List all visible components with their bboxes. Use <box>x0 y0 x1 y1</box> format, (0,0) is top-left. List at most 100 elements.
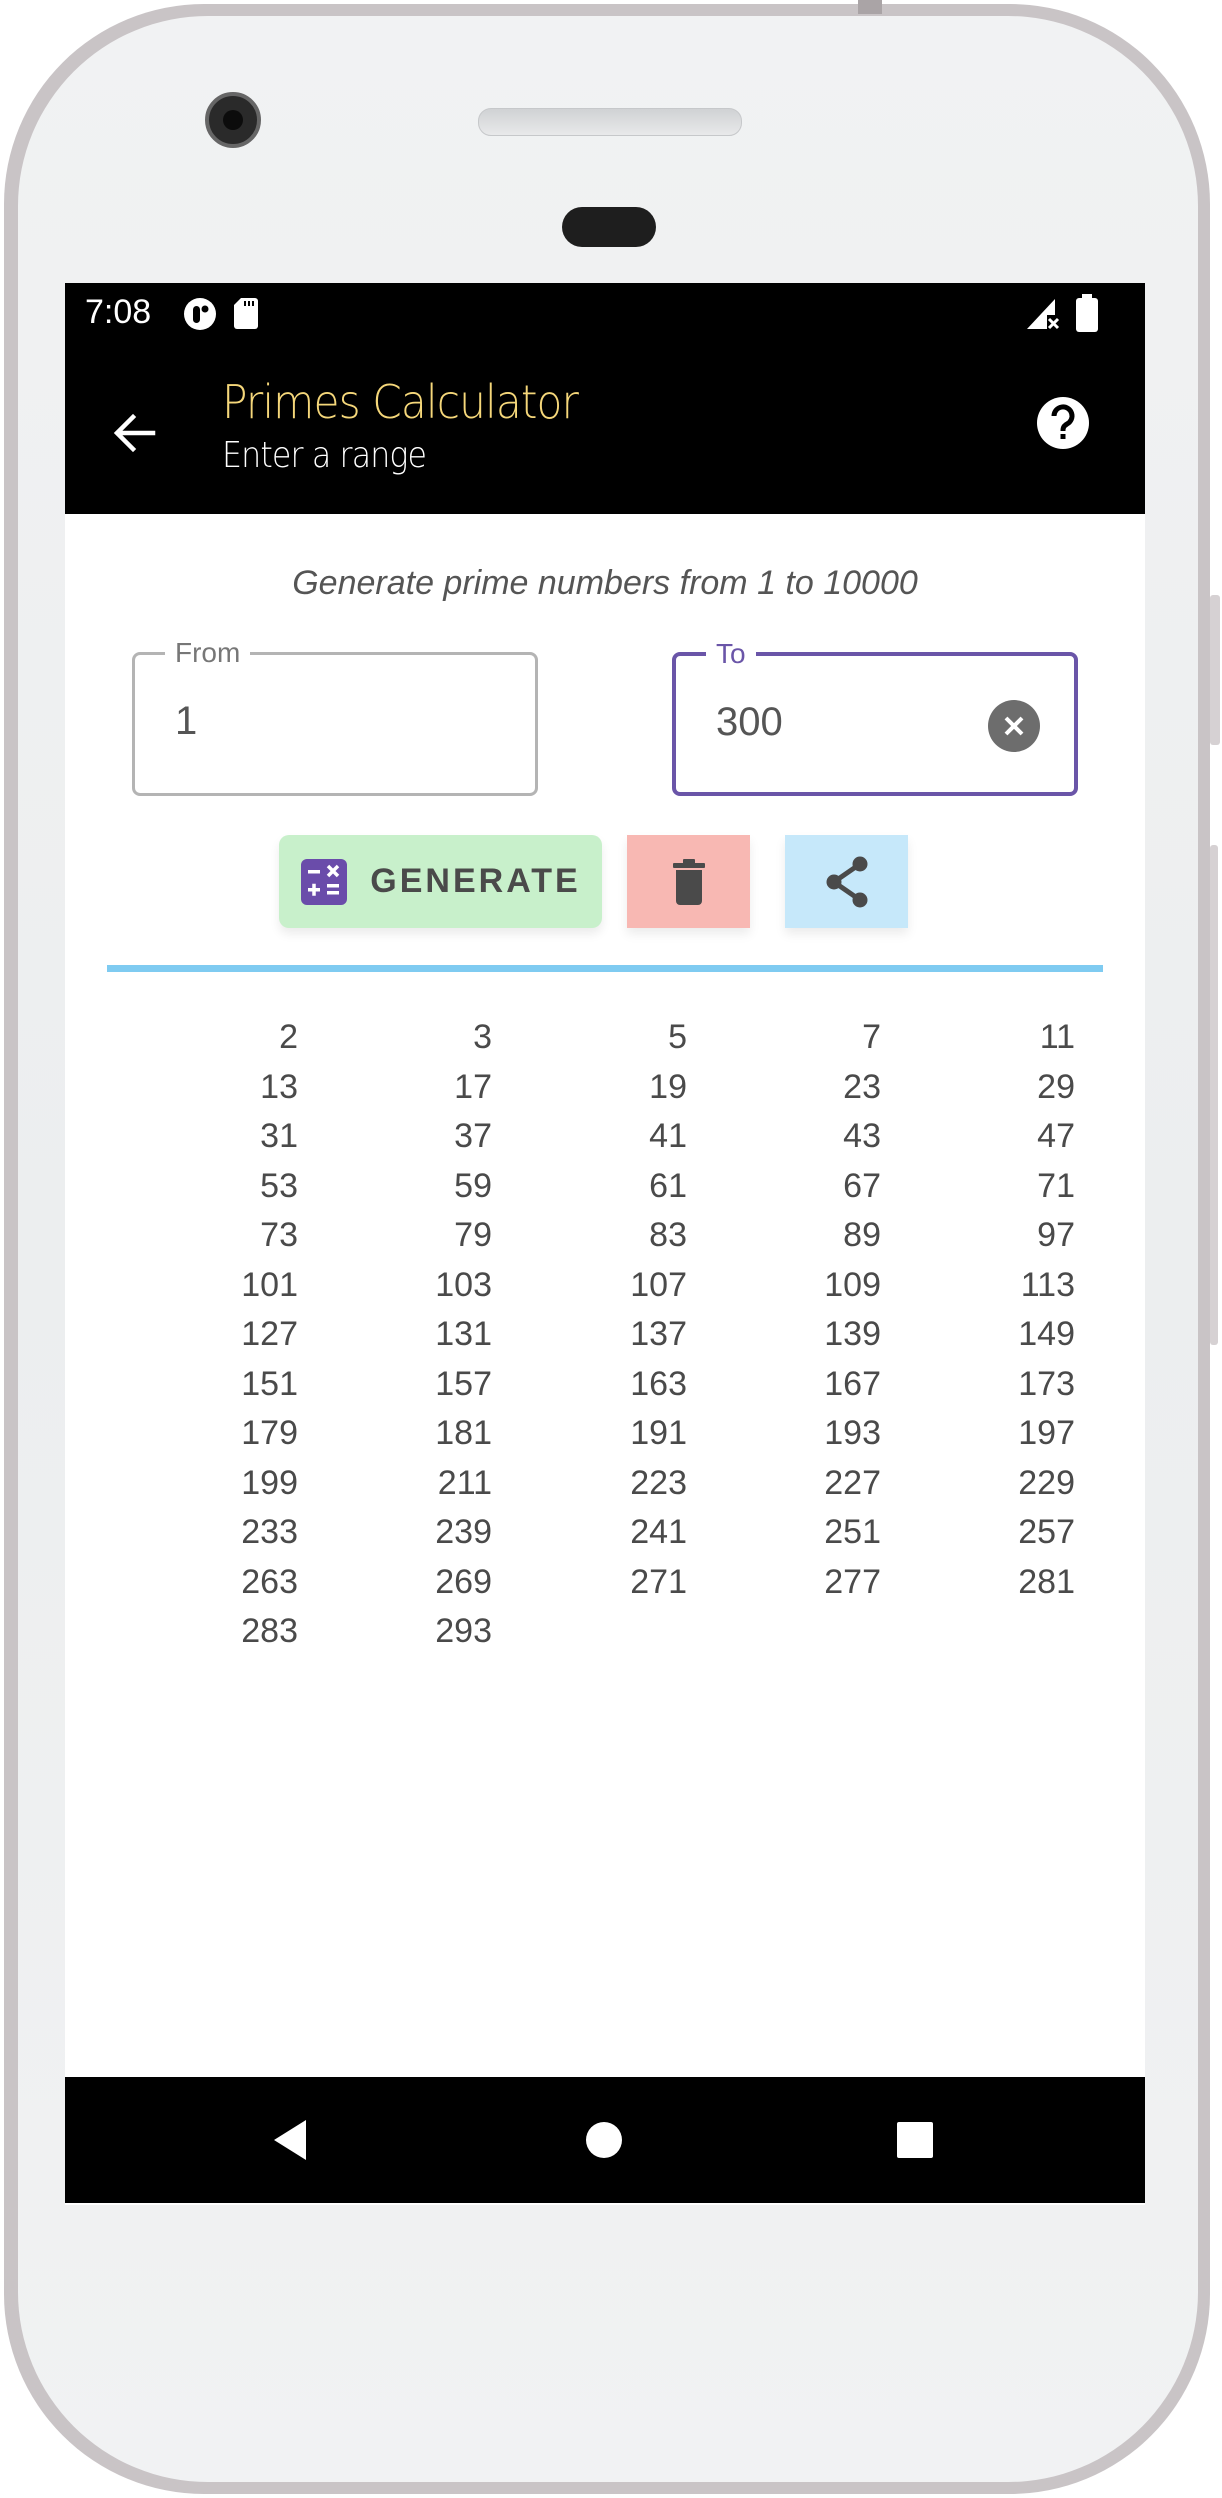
delete-button[interactable] <box>627 835 750 928</box>
share-icon <box>826 856 867 907</box>
status-bar: 7:08 <box>65 283 1145 343</box>
nav-recents-button[interactable] <box>885 2110 945 2170</box>
prime-number: 47 <box>1037 1117 1075 1155</box>
prime-number: 229 <box>1018 1463 1075 1502</box>
prime-number: 241 <box>630 1513 687 1551</box>
prime-number: 13 <box>260 1067 298 1106</box>
sd-card-icon <box>234 298 258 329</box>
prime-number: 163 <box>630 1364 687 1403</box>
prime-number: 283 <box>241 1612 298 1650</box>
front-camera <box>205 92 261 148</box>
prime-number: 233 <box>241 1513 298 1551</box>
prime-number: 263 <box>241 1562 298 1601</box>
help-circle-icon <box>1037 397 1089 449</box>
proximity-sensor <box>562 207 656 247</box>
share-button[interactable] <box>785 835 908 928</box>
app-title: Primes Calculator <box>222 375 579 429</box>
prime-number: 293 <box>435 1612 492 1650</box>
nav-home-icon <box>586 2122 622 2158</box>
generate-label: GENERATE <box>370 862 581 900</box>
screen: 7:08 Primes Calculator Enter a range Gen… <box>65 283 1145 2205</box>
prime-number: 269 <box>435 1562 492 1601</box>
prime-number: 251 <box>824 1513 881 1551</box>
prime-number: 227 <box>824 1463 881 1502</box>
to-field-label: To <box>706 636 756 672</box>
to-field[interactable]: To <box>672 636 1078 796</box>
prime-number: 101 <box>241 1265 298 1304</box>
calculator-icon <box>301 858 348 905</box>
arrow-back-icon <box>113 413 156 453</box>
prime-number: 59 <box>454 1166 492 1205</box>
prime-number: 97 <box>1037 1216 1075 1254</box>
results-divider <box>107 965 1103 972</box>
prime-number: 31 <box>260 1117 298 1155</box>
prime-number: 103 <box>435 1265 492 1304</box>
back-button[interactable] <box>105 403 165 463</box>
prime-number: 11 <box>1039 1018 1075 1056</box>
prime-number: 37 <box>454 1117 492 1155</box>
battery-icon <box>1076 294 1098 332</box>
to-input[interactable] <box>716 700 976 745</box>
prime-number: 3 <box>473 1018 492 1056</box>
prime-number: 109 <box>824 1265 881 1304</box>
earpiece-speaker <box>478 108 742 136</box>
nav-back-button[interactable] <box>260 2110 320 2170</box>
range-info-text: Generate prime numbers from 1 to 10000 <box>292 564 918 602</box>
prime-number: 71 <box>1037 1166 1075 1205</box>
prime-number: 181 <box>435 1414 492 1452</box>
from-input[interactable] <box>175 699 435 744</box>
app-subtitle: Enter a range <box>222 435 427 476</box>
prime-number: 211 <box>437 1463 492 1502</box>
prime-number: 197 <box>1018 1414 1075 1452</box>
nav-recents-icon <box>897 2122 933 2158</box>
prime-number: 149 <box>1018 1315 1075 1353</box>
prime-number: 271 <box>630 1562 687 1601</box>
help-button[interactable] <box>1033 393 1093 453</box>
prime-number: 17 <box>454 1067 492 1106</box>
prime-number: 67 <box>843 1166 881 1205</box>
generate-button[interactable]: GENERATE <box>279 835 602 928</box>
prime-number: 107 <box>630 1265 687 1304</box>
prime-number: 89 <box>843 1216 881 1254</box>
prime-number: 2 <box>279 1018 298 1056</box>
prime-number: 277 <box>824 1562 881 1601</box>
prime-number: 151 <box>241 1364 298 1403</box>
clear-circle-icon <box>1004 716 1024 736</box>
prime-number: 53 <box>260 1166 298 1205</box>
data-saver-icon <box>184 298 216 330</box>
prime-number: 131 <box>435 1315 492 1353</box>
prime-number: 179 <box>241 1414 298 1452</box>
prime-number: 199 <box>241 1463 298 1502</box>
navigation-bar <box>65 2077 1145 2203</box>
status-time: 7:08 <box>85 293 152 331</box>
prime-number: 41 <box>649 1117 687 1155</box>
prime-number: 139 <box>824 1315 881 1353</box>
prime-number: 257 <box>1018 1513 1075 1551</box>
prime-number: 167 <box>824 1364 881 1403</box>
prime-number: 137 <box>630 1315 687 1353</box>
prime-number: 19 <box>649 1067 687 1106</box>
from-field[interactable]: From <box>132 635 538 796</box>
nav-home-button[interactable] <box>574 2110 634 2170</box>
prime-number: 23 <box>843 1067 881 1106</box>
prime-number: 29 <box>1037 1067 1075 1106</box>
prime-number: 127 <box>241 1315 298 1353</box>
prime-number: 79 <box>454 1216 492 1254</box>
nav-back-icon <box>274 2120 306 2160</box>
app-bar: Primes Calculator Enter a range <box>65 343 1145 514</box>
prime-number: 43 <box>843 1117 881 1155</box>
prime-number: 113 <box>1020 1265 1075 1304</box>
prime-number: 7 <box>862 1018 881 1056</box>
trash-icon <box>672 858 705 905</box>
phone-volume-button <box>1210 595 1220 745</box>
from-field-label: From <box>165 635 251 671</box>
prime-number: 5 <box>668 1018 687 1056</box>
prime-number: 223 <box>630 1463 687 1502</box>
prime-number: 193 <box>824 1414 881 1452</box>
no-signal-icon <box>1027 299 1060 330</box>
phone-top-button <box>858 0 882 14</box>
prime-number: 83 <box>649 1216 687 1254</box>
prime-number: 191 <box>630 1414 687 1452</box>
clear-to-button[interactable] <box>988 700 1040 752</box>
prime-number: 173 <box>1018 1364 1075 1403</box>
